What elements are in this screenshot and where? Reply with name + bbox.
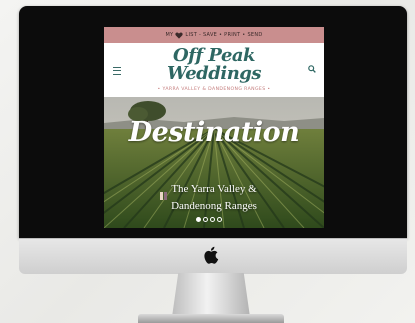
site-header: Off Peak Weddings • YARRA VALLEY & DANDE… (104, 43, 324, 97)
hero-subtitle-line1: The Yarra Valley & (171, 183, 257, 195)
hero-subtitle-line2: Dandenong Ranges (171, 200, 257, 212)
search-icon[interactable] (308, 65, 316, 73)
slider-dot[interactable] (210, 217, 215, 222)
slider-dot[interactable] (217, 217, 222, 222)
hero-slider: Destination The Yarra Valley & Dandenong… (104, 97, 324, 228)
topbar-actions[interactable]: LIST - SAVE • PRINT • SEND (185, 32, 262, 38)
logo-tagline: • YARRA VALLEY & DANDENONG RANGES • (157, 87, 271, 92)
slider-dots (196, 217, 222, 222)
logo-text-line2[interactable]: Weddings (144, 63, 284, 84)
website-screen: MY LIST - SAVE • PRINT • SEND Off Peak W… (104, 27, 324, 228)
heart-icon[interactable] (175, 31, 184, 39)
slider-dot[interactable] (196, 217, 201, 222)
top-bar: MY LIST - SAVE • PRINT • SEND (104, 27, 324, 43)
slider-dot[interactable] (203, 217, 208, 222)
apple-logo-icon (204, 246, 219, 264)
hamburger-menu-icon[interactable] (113, 67, 121, 75)
imac-stand (172, 273, 250, 317)
imac-stand-base (138, 314, 284, 323)
imac-mockup: MY LIST - SAVE • PRINT • SEND Off Peak W… (0, 0, 415, 323)
hero-title: Destination (128, 117, 300, 148)
topbar-my-label: MY (165, 32, 174, 38)
